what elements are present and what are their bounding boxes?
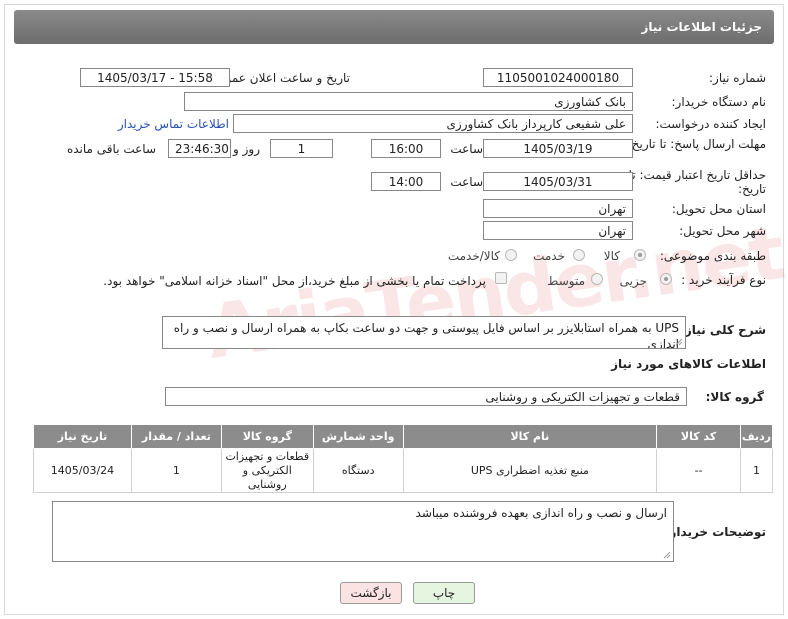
buyer-notes-label: توضیحات خریدار: bbox=[664, 525, 766, 539]
category-radio-service[interactable] bbox=[573, 249, 585, 261]
payment-note: پرداخت تمام یا بخشی از مبلغ خرید،از محل … bbox=[103, 274, 486, 288]
city-label: شهر محل تحویل: bbox=[679, 224, 766, 238]
category-label: طبقه بندی موضوعی: bbox=[659, 249, 766, 263]
print-button[interactable]: چاپ bbox=[413, 582, 475, 604]
cell-code: -- bbox=[656, 448, 742, 493]
goods-table: ردیف کد کالا نام کالا واحد شمارش گروه کا… bbox=[33, 424, 773, 493]
page-title: جزئیات اطلاعات نیاز bbox=[641, 20, 762, 34]
remaining-time-field: 23:46:30 bbox=[168, 139, 231, 158]
buyer-notes-textarea[interactable]: ارسال و نصب و راه اندازی بعهده فروشنده م… bbox=[52, 501, 674, 562]
col-qty: تعداد / مقدار bbox=[130, 424, 222, 449]
validity-label: حداقل تاریخ اعتبار قیمت: تا تاریخ: bbox=[628, 168, 766, 196]
deadline-time-field: 16:00 bbox=[371, 139, 441, 158]
back-button[interactable]: بازگشت bbox=[340, 582, 402, 604]
col-date: تاریخ نیاز bbox=[33, 424, 132, 449]
process-radio-small[interactable] bbox=[660, 273, 672, 285]
description-label: شرح کلی نیاز: bbox=[680, 323, 766, 337]
category-option-service: خدمت bbox=[533, 249, 565, 263]
days-field: 1 bbox=[270, 139, 333, 158]
announce-datetime-field: 1405/03/17 - 15:58 bbox=[80, 68, 230, 87]
days-label: روز و bbox=[233, 142, 260, 156]
buyer-org-field: بانک کشاورزی bbox=[184, 92, 633, 111]
cell-group: قطعات و تجهیزات الکتریکی و روشنایی bbox=[220, 448, 314, 493]
cell-qty: 1 bbox=[130, 448, 222, 493]
creator-label: ایجاد کننده درخواست: bbox=[655, 117, 766, 131]
cell-row: 1 bbox=[740, 448, 773, 493]
category-radio-both[interactable] bbox=[505, 249, 517, 261]
process-option-medium: متوسط bbox=[547, 274, 585, 288]
page-header: جزئیات اطلاعات نیاز bbox=[14, 10, 774, 44]
validity-time-field: 14:00 bbox=[371, 172, 441, 191]
remaining-label: ساعت باقی مانده bbox=[66, 142, 156, 156]
resize-grip-icon[interactable] bbox=[675, 338, 683, 346]
process-option-small: جزیی bbox=[619, 274, 647, 288]
deadline-time-label: ساعت bbox=[450, 142, 483, 156]
process-radio-medium[interactable] bbox=[591, 273, 603, 285]
category-option-both: کالا/خدمت bbox=[447, 249, 500, 263]
resize-grip-icon[interactable] bbox=[663, 551, 671, 559]
buyer-org-label: نام دستگاه خریدار: bbox=[671, 95, 767, 109]
process-label: نوع فرآیند خرید : bbox=[681, 273, 766, 287]
col-group: گروه کالا bbox=[220, 424, 314, 449]
buyer-notes-text: ارسال و نصب و راه اندازی بعهده فروشنده م… bbox=[415, 506, 667, 520]
col-unit: واحد شمارش bbox=[312, 424, 404, 449]
table-row[interactable]: 1 -- منبع تغذیه اضطراری UPS دستگاه قطعات… bbox=[33, 448, 773, 493]
cell-date: 1405/03/24 bbox=[33, 448, 132, 493]
creator-field: علی شفیعی کارپرداز بانک کشاورزی bbox=[233, 114, 633, 133]
need-number-label: شماره نیاز: bbox=[709, 71, 766, 85]
description-textarea[interactable]: UPS به همراه استابلایزر بر اساس فایل پیو… bbox=[162, 316, 686, 349]
need-number-field: 1105001024000180 bbox=[483, 68, 633, 87]
province-label: استان محل تحویل: bbox=[671, 202, 766, 216]
payment-treasury-checkbox[interactable] bbox=[495, 272, 507, 284]
goods-group-label: گروه کالا: bbox=[705, 390, 764, 404]
validity-date-field: 1405/03/31 bbox=[483, 172, 633, 191]
col-name: نام کالا bbox=[402, 424, 658, 449]
cell-name: منبع تغذیه اضطراری UPS bbox=[402, 448, 658, 493]
goods-group-field: قطعات و تجهیزات الکتریکی و روشنایی bbox=[165, 387, 687, 406]
deadline-label: مهلت ارسال پاسخ: تا تاریخ: bbox=[627, 137, 766, 151]
category-option-goods: کالا bbox=[603, 249, 620, 263]
col-code: کد کالا bbox=[656, 424, 742, 449]
validity-time-label: ساعت bbox=[450, 175, 483, 189]
province-field: تهران bbox=[483, 199, 633, 218]
goods-section-title: اطلاعات کالاهای مورد نیاز bbox=[611, 357, 766, 371]
city-field: تهران bbox=[483, 221, 633, 240]
col-row: ردیف bbox=[740, 424, 773, 449]
description-text: UPS به همراه استابلایزر بر اساس فایل پیو… bbox=[173, 321, 679, 349]
buyer-contact-link[interactable]: اطلاعات تماس خریدار bbox=[118, 117, 229, 131]
deadline-date-field: 1405/03/19 bbox=[483, 139, 633, 158]
category-radio-goods[interactable] bbox=[634, 249, 646, 261]
cell-unit: دستگاه bbox=[312, 448, 404, 493]
